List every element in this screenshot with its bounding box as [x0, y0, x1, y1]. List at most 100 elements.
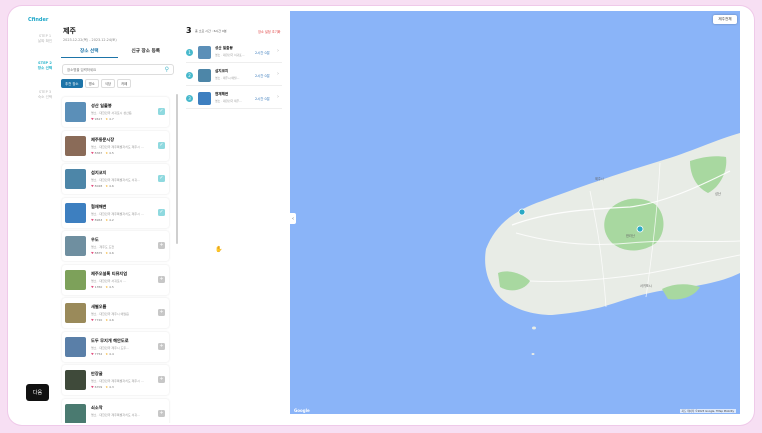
chevron-right-icon[interactable]: › — [277, 48, 279, 54]
next-button[interactable]: 다음 — [26, 384, 49, 401]
add-icon[interactable]: + — [158, 376, 165, 383]
rating: 4.5 — [108, 150, 114, 155]
check-icon[interactable]: ✓ — [158, 208, 165, 216]
check-icon[interactable]: ✓ — [158, 141, 165, 149]
rating: 4.6 — [108, 251, 114, 255]
place-name: 제주동문시장 — [91, 136, 115, 142]
panel-tabs: 장소 선택 신규 장소 등록 — [61, 46, 174, 58]
chip-recommended[interactable]: 추천 장소 — [61, 79, 83, 88]
total-duration: 총 소요 시간 : 6시간 0분 — [195, 29, 227, 33]
star-icon: ★ — [105, 184, 109, 188]
selected-count: 3 — [186, 26, 192, 35]
order-badge: 1 — [186, 49, 193, 56]
chip-cafe[interactable]: 카페 — [117, 79, 132, 88]
place-stats: ♥ 9617 ★ 4.7 — [91, 117, 114, 121]
map-attribution[interactable]: 지도 데이터 ©2023 Google, TMap Mobility — [679, 409, 736, 413]
place-thumbnail — [65, 269, 86, 290]
add-icon[interactable]: + — [158, 309, 165, 316]
selected-title: 성산 일출봉 — [215, 46, 233, 50]
map-canvas[interactable] — [290, 11, 740, 414]
star-icon: ★ — [105, 217, 109, 222]
place-stats: ♥ 8875 ★ 4.6 — [91, 251, 114, 255]
place-card[interactable]: 제주오설록 티뮤지엄 명소 · 대한민국 서귀포시 … ♥ 1350 ★ 4.5 + — [62, 264, 169, 295]
rating: 4.7 — [108, 117, 114, 121]
selected-item[interactable]: 2 섭지코지 명소 · 제주시 애월… 2시간 0분 › — [186, 66, 282, 86]
place-card[interactable]: 만장굴 명소 · 대한민국 제주특별자치도 제주시 … ♥ 6709 ★ 4.3 + — [62, 365, 169, 395]
place-thumbnail — [65, 370, 86, 390]
like-count: 8367 — [94, 150, 103, 155]
stay-time[interactable]: 2시간 0분 — [255, 96, 270, 101]
stay-time[interactable]: 2시간 0분 — [255, 50, 270, 55]
place-stats: ♥ 7752 ★ 4.4 — [91, 352, 114, 356]
add-icon[interactable]: + — [158, 409, 165, 417]
place-name: 만장굴 — [91, 371, 103, 376]
star-icon: ★ — [105, 251, 109, 255]
heart-icon: ♥ — [91, 284, 94, 289]
add-icon[interactable]: + — [158, 342, 165, 350]
tab-select-place[interactable]: 장소 선택 — [61, 46, 118, 58]
map-label: 성산 — [715, 192, 721, 196]
star-icon: ★ — [105, 385, 109, 389]
list-scrollbar[interactable] — [176, 94, 178, 244]
place-thumbnail — [65, 336, 86, 357]
selected-item[interactable]: 3 협재해변 명소 · 대한민국 제주… 2시간 0분 › — [186, 89, 282, 109]
star-icon: ★ — [105, 284, 109, 289]
search-input[interactable] — [67, 67, 163, 72]
tab-new-place[interactable]: 신규 장소 등록 — [118, 46, 175, 58]
place-name: 섭지코지 — [91, 170, 107, 175]
add-icon[interactable]: + — [158, 275, 165, 283]
place-card[interactable]: 도두 무지개 해안도로명소 · 대한민국 제주시 도두… ♥ 7752 ★ 4.4 + — [62, 331, 169, 362]
stay-time[interactable]: 2시간 0분 — [255, 73, 270, 78]
like-count: 7720 — [94, 318, 103, 322]
place-thumbnail — [65, 135, 86, 156]
place-address: 명소 · 대한민국 제주시 도두… — [91, 345, 130, 350]
step-2[interactable]: STEP 2 장소 선택 — [30, 61, 60, 71]
heart-icon: ♥ — [91, 117, 94, 121]
chip-attraction[interactable]: 명소 — [84, 79, 99, 88]
like-count: 7752 — [94, 351, 103, 356]
step-label: 장소 선택 — [37, 66, 53, 70]
place-thumbnail — [65, 102, 86, 122]
place-card[interactable]: 제주동문시장 명소 · 대한민국 제주특별자치도 제주시 … ♥ 8367 ★ 4.5… — [62, 130, 169, 161]
place-name: 도두 무지개 해안도로 — [91, 337, 129, 343]
step-3[interactable]: STEP 3 숙소 선택 — [30, 90, 60, 100]
like-count: 8028 — [94, 184, 103, 188]
reset-button[interactable]: 장소 설정 초기화 — [258, 29, 281, 34]
place-card[interactable]: 쇠소깍 명소 · 대한민국 제주특별자치도 서귀… + — [62, 398, 169, 423]
order-badge: 2 — [186, 72, 193, 79]
place-card[interactable]: 성산 일출봉 명소 · 대한민국 서귀포시 성산읍 ♥ 9617 ★ 4.7 ✓ — [62, 97, 169, 127]
chevron-left-icon[interactable]: ‹ — [290, 213, 296, 224]
check-icon[interactable]: ✓ — [158, 175, 165, 182]
selected-item[interactable]: 1 성산 일출봉 명소 · 대한민국 서귀포… 2시간 0분 › — [186, 43, 282, 63]
app-logo[interactable]: Cfinder — [28, 17, 48, 23]
place-stats: ♥ 7720 ★ 4.6 — [91, 318, 114, 322]
map-view[interactable]: 제주시 한라산 서귀포시 성산 제주전체 ‹ Google 지도 데이터 ©20… — [290, 11, 740, 414]
chip-restaurant[interactable]: 식당 — [100, 79, 116, 88]
chevron-right-icon[interactable]: › — [277, 94, 279, 100]
like-count: 1350 — [94, 284, 103, 289]
place-list[interactable]: 성산 일출봉 명소 · 대한민국 서귀포시 성산읍 ♥ 9617 ★ 4.7 ✓ 제주동문… — [60, 93, 175, 423]
heart-icon: ♥ — [91, 385, 94, 389]
place-address: 명소 · 대한민국 제주특별자치도 제주시 … — [91, 144, 144, 149]
map-marker — [636, 225, 644, 233]
rating: 4.6 — [108, 318, 114, 322]
map-label: 한라산 — [626, 234, 635, 238]
step-label: 날짜 확인 — [37, 39, 53, 43]
place-card[interactable]: 섭지코지 명소 · 대한민국 제주특별자치도 서귀… ♥ 8028 ★ 4.6 ✓ — [62, 164, 169, 194]
jeju-all-button[interactable]: 제주전체 — [713, 15, 737, 24]
chevron-right-icon[interactable]: › — [277, 71, 279, 77]
place-address: 명소 · 제주도 도전 — [91, 245, 115, 249]
check-icon[interactable]: ✓ — [158, 108, 165, 115]
selected-thumbnail — [198, 69, 211, 82]
place-stats: ♥ 1350 ★ 4.5 — [91, 285, 114, 289]
place-card[interactable]: 새별오름 명소 · 대한민국 제주시 애월읍 ♥ 7720 ★ 4.6 + — [62, 298, 169, 328]
rating: 4.6 — [108, 184, 114, 188]
map-marker — [518, 208, 526, 216]
place-card[interactable]: 우도 명소 · 제주도 도전 ♥ 8875 ★ 4.6 + — [62, 231, 169, 261]
add-icon[interactable]: + — [158, 242, 165, 249]
app-frame: Cfinder STEP 1 날짜 확인 STEP 2 장소 선택 STEP 3… — [8, 6, 754, 425]
step-sidebar: Cfinder STEP 1 날짜 확인 STEP 2 장소 선택 STEP 3… — [8, 6, 60, 425]
search-icon[interactable]: ⚲ — [165, 66, 169, 73]
step-1[interactable]: STEP 1 날짜 확인 — [30, 34, 60, 44]
place-card[interactable]: 협재해변 명소 · 대한민국 제주특별자치도 제주시 … ♥ 8963 ★ 4.2 ✓ — [62, 197, 169, 228]
